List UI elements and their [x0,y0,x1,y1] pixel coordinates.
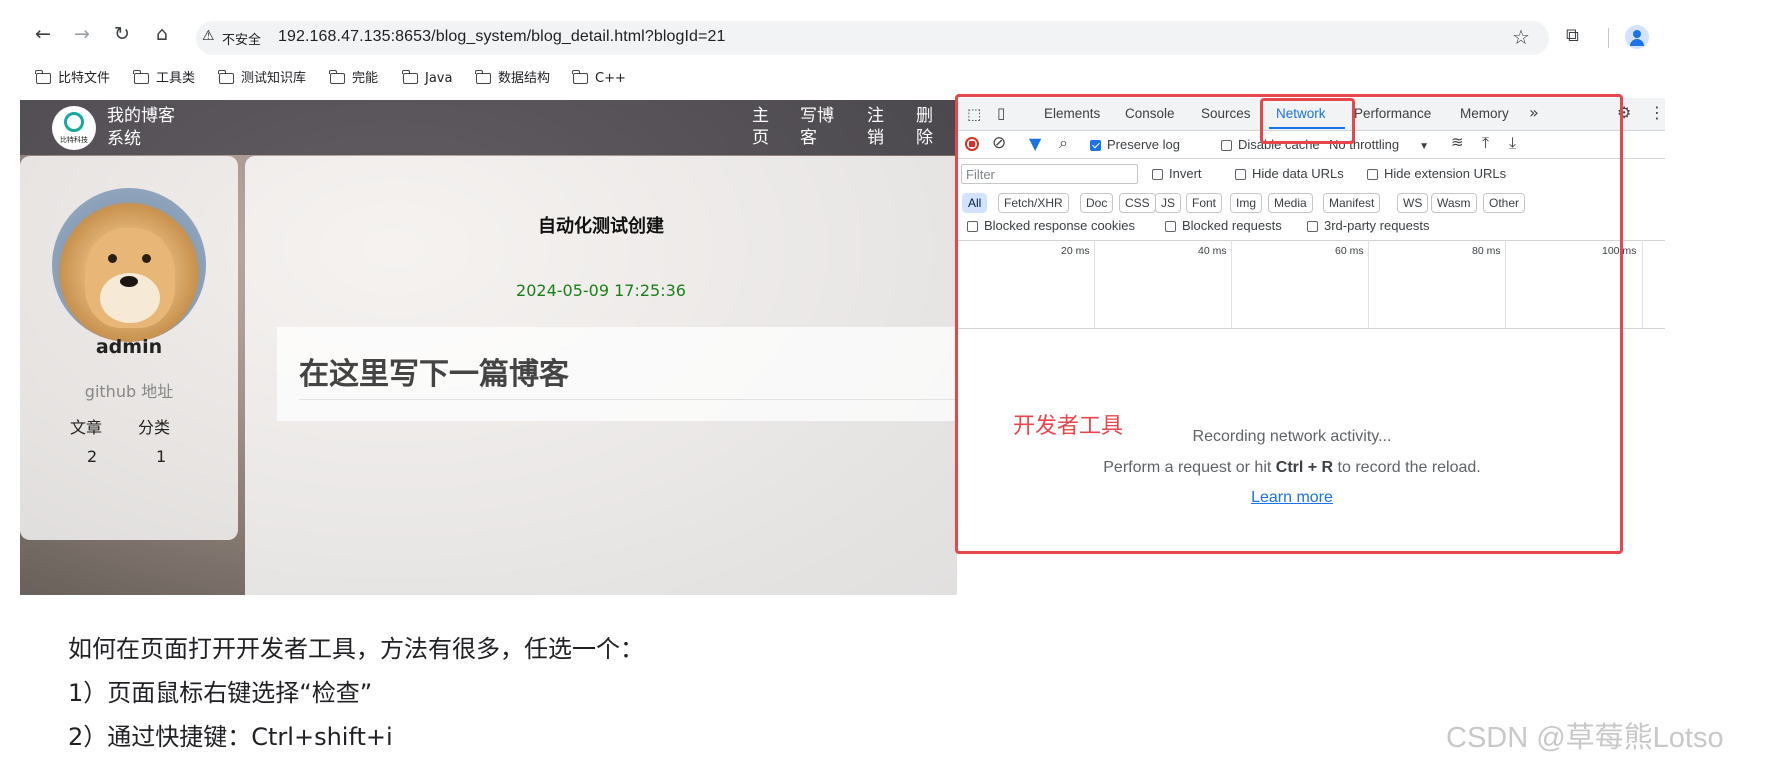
article-content: 在这里写下一篇博客 [277,327,957,421]
avatar [52,188,206,342]
security-label[interactable]: 不安全 [222,29,261,48]
stat-label-articles: 文章 [70,418,103,437]
blog-navbar: 比特科技 我的博客 系统 主页 写博客 注销 删除 [20,100,957,155]
logo[interactable]: 比特科技 [52,106,96,150]
article-date: 2024-05-09 17:25:36 [516,281,686,300]
folder-icon [572,70,588,84]
github-link[interactable]: github 地址 [20,378,238,402]
article-title: 自动化测试创建 [538,216,664,237]
site-name: 我的博客 系统 [107,106,175,149]
folder-icon [475,70,491,84]
profile-avatar[interactable] [1625,25,1649,49]
user-card: admin github 地址 文章 分类 2 1 [20,156,238,540]
nav-write-link[interactable]: 写博客 [800,105,836,149]
blog-page: 比特科技 我的博客 系统 主页 写博客 注销 删除 admin github 地… [20,100,957,595]
bookmark-star-icon[interactable]: ☆ [1512,25,1530,49]
stat-label-categories: 分类 [138,418,171,437]
forward-button[interactable]: → [70,22,94,46]
folder-icon [402,70,418,84]
folder-icon [35,70,51,84]
timeline-gridline [1642,240,1643,328]
back-button[interactable]: ← [31,22,55,46]
more-options-icon[interactable]: ⋮ [1649,103,1665,122]
bookmark-item[interactable]: 工具类 [133,70,195,88]
article-card: 自动化测试创建 2024-05-09 17:25:36 在这里写下一篇博客 [245,156,957,595]
logo-text: 比特科技 [60,136,88,144]
nav-home-link[interactable]: 主页 [752,105,770,149]
caption-line: 如何在页面打开开发者工具，方法有很多，任选一个： [68,635,644,663]
bookmark-item[interactable]: 数据结构 [475,70,550,88]
nav-logout-link[interactable]: 注销 [867,105,885,149]
home-icon[interactable]: ⌂ [150,22,174,46]
watermark: CSDN @草莓熊Lotso [1446,722,1724,754]
bookmark-item[interactable]: 测试知识库 [218,70,306,88]
bookmark-item[interactable]: 完能 [329,70,378,88]
bookmark-item[interactable]: Java [402,70,452,88]
stat-value-categories: 1 [156,447,167,466]
reload-button[interactable]: ↻ [110,22,134,46]
nav-delete-link[interactable]: 删除 [916,105,934,149]
extensions-icon[interactable]: ⧉ [1566,25,1579,46]
url-text[interactable]: 192.168.47.135:8653/blog_system/blog_det… [278,28,725,46]
devtools-highlight [955,94,1623,554]
user-name: admin [95,336,163,358]
toolbar-divider [1608,28,1609,48]
folder-icon [133,70,149,84]
warning-icon[interactable]: ⚠ [202,28,215,44]
caption-line: 1）页面鼠标右键选择“检查” [68,679,373,707]
stat-value-articles: 2 [87,447,98,466]
folder-icon [329,70,345,84]
caption-line: 2）通过快捷键：Ctrl+shift+i [68,723,393,751]
folder-icon [218,70,234,84]
bookmark-item[interactable]: 比特文件 [35,70,110,88]
bookmark-item[interactable]: C++ [572,70,626,88]
